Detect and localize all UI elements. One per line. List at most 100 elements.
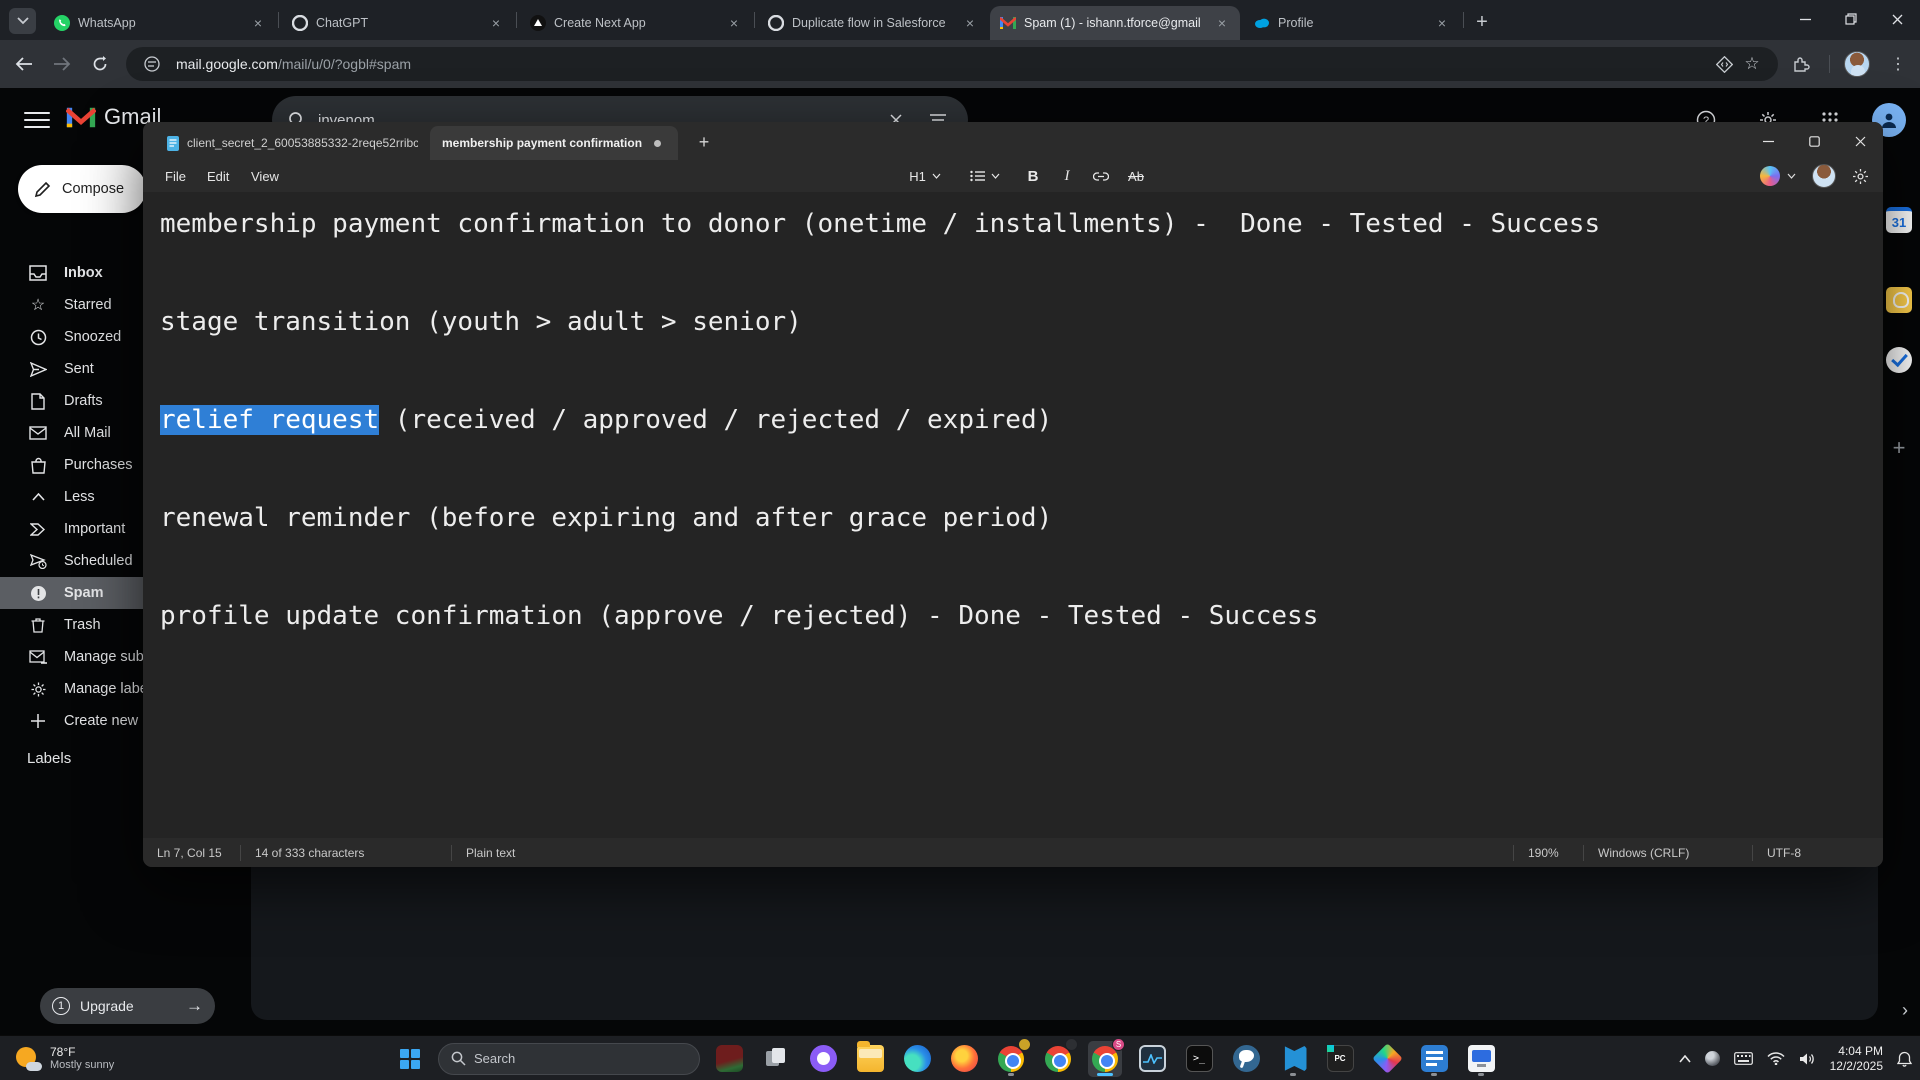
code-extension-icon[interactable]	[1710, 50, 1738, 78]
menu-view[interactable]: View	[239, 160, 291, 192]
side-panel-toggle-icon[interactable]: ›	[1902, 1000, 1908, 1021]
pinned-app-icon[interactable]	[712, 1041, 746, 1077]
list-style-dropdown[interactable]	[961, 162, 1009, 190]
pycharm-icon[interactable]: PC	[1323, 1041, 1357, 1077]
chevron-down-icon	[17, 17, 29, 25]
notepad-account-avatar[interactable]	[1812, 164, 1836, 188]
tab-gmail-spam-active[interactable]: Spam (1) - ishann.tforce@gmail ×	[990, 6, 1240, 40]
italic-button[interactable]: I	[1053, 162, 1081, 190]
postgresql-icon[interactable]	[1229, 1041, 1263, 1077]
extensions-puzzle-icon[interactable]	[1787, 50, 1815, 78]
upgrade-button[interactable]: 1 Upgrade →	[40, 988, 215, 1024]
notepad-maximize-button[interactable]	[1791, 122, 1837, 160]
keep-icon[interactable]	[1884, 285, 1914, 315]
clear-formatting-button[interactable]: Ab	[1121, 162, 1151, 190]
start-button[interactable]	[392, 1041, 428, 1077]
touch-keyboard-icon[interactable]	[1734, 1052, 1753, 1065]
address-bar[interactable]: mail.google.com/mail/u/0/?ogbl#spam ☆	[126, 47, 1778, 81]
notepad-app-icon[interactable]	[1417, 1041, 1451, 1077]
monitor-app-icon[interactable]	[1464, 1041, 1498, 1077]
heading-style-dropdown[interactable]: H1	[901, 162, 949, 190]
diamond-app-icon[interactable]	[1370, 1041, 1404, 1077]
vscode-icon[interactable]	[1276, 1041, 1310, 1077]
tab-salesforce-profile[interactable]: Profile ×	[1244, 6, 1460, 40]
tasks-icon[interactable]	[1884, 345, 1914, 375]
bold-button[interactable]: B	[1019, 162, 1047, 190]
window-restore-button[interactable]	[1828, 0, 1874, 38]
new-tab-button[interactable]: +	[1468, 9, 1496, 37]
tray-clock[interactable]: 4:04 PM 12/2/2025	[1830, 1044, 1883, 1074]
menu-edit[interactable]: Edit	[195, 160, 241, 192]
browser-profile-avatar[interactable]	[1844, 51, 1870, 77]
calendar-icon[interactable]: 31	[1884, 205, 1914, 235]
tab-close-icon[interactable]: ×	[1434, 15, 1450, 31]
bookmark-star-icon[interactable]: ☆	[1738, 50, 1766, 78]
tray-app-icon[interactable]	[1705, 1051, 1720, 1066]
taskbar-center: Search S >_ PC	[392, 1040, 1498, 1077]
tray-time: 4:04 PM	[1830, 1044, 1883, 1059]
profile-badge	[1018, 1038, 1031, 1051]
wifi-icon[interactable]	[1767, 1052, 1785, 1065]
chrome-profile-s-icon[interactable]: S	[1088, 1041, 1122, 1077]
label-gear-icon	[29, 681, 47, 698]
back-button[interactable]	[8, 48, 40, 80]
notepad-close-button[interactable]	[1837, 122, 1883, 160]
notepad-window: client_secret_2_60053885332-2reqe52rribc…	[143, 122, 1883, 867]
chrome-profile-2-icon[interactable]	[1041, 1041, 1075, 1077]
weather-temp: 78°F	[50, 1045, 114, 1059]
taskbar-search[interactable]: Search	[438, 1043, 700, 1075]
browser-menu-kebab-icon[interactable]: ⋮	[1884, 50, 1912, 78]
terminal-icon[interactable]: >_	[1182, 1041, 1216, 1077]
notepad-titlebar[interactable]: client_secret_2_60053885332-2reqe52rribc…	[143, 122, 1883, 160]
chat-app-icon[interactable]	[806, 1041, 840, 1077]
cursor-position: Ln 7, Col 15	[143, 838, 240, 867]
site-settings-tune-icon[interactable]	[138, 50, 166, 78]
window-close-button[interactable]	[1874, 0, 1920, 38]
tab-whatsapp[interactable]: WhatsApp ×	[44, 6, 276, 40]
reload-button[interactable]	[84, 48, 116, 80]
task-view-icon[interactable]	[759, 1041, 793, 1077]
link-button[interactable]	[1087, 162, 1115, 190]
notepad-tab-membership-active[interactable]: membership payment confirmation	[430, 126, 678, 160]
copilot-button[interactable]	[1760, 166, 1796, 186]
tray-hidden-icons-chevron[interactable]	[1679, 1055, 1691, 1063]
tab-create-next-app[interactable]: Create Next App ×	[520, 6, 752, 40]
tab-close-icon[interactable]: ×	[1214, 15, 1230, 31]
notepad-minimize-button[interactable]	[1745, 122, 1791, 160]
chrome-profile-1-icon[interactable]	[994, 1041, 1028, 1077]
encoding[interactable]: UTF-8	[1753, 838, 1883, 867]
tab-close-icon[interactable]: ×	[962, 15, 978, 31]
tab-duplicate-flow-salesforce[interactable]: Duplicate flow in Salesforce ×	[758, 6, 988, 40]
menu-file[interactable]: File	[153, 160, 198, 192]
notification-bell-icon[interactable]	[1897, 1051, 1912, 1067]
weather-widget[interactable]: 78°F Mostly sunny	[14, 1040, 114, 1077]
get-addons-plus-icon[interactable]: +	[1884, 433, 1914, 463]
edge-icon[interactable]	[900, 1041, 934, 1077]
notepad-menubar: File Edit View H1 B I Ab	[143, 160, 1883, 192]
notepad-tab-client-secret[interactable]: client_secret_2_60053885332-2reqe52rribc	[155, 126, 430, 160]
file-explorer-icon[interactable]	[853, 1041, 887, 1077]
compose-button[interactable]: Compose	[18, 165, 146, 213]
hamburger-menu-icon[interactable]	[24, 108, 50, 132]
notepad-editor[interactable]: membership payment confirmation to donor…	[143, 192, 1883, 838]
volume-icon[interactable]	[1799, 1052, 1816, 1066]
zoom-level[interactable]: 190%	[1514, 838, 1583, 867]
desktop: WhatsApp × ChatGPT × Create Next App × D…	[0, 0, 1920, 1080]
tab-close-icon[interactable]: ×	[250, 15, 266, 31]
inbox-icon	[29, 265, 47, 281]
tab-close-icon[interactable]: ×	[488, 15, 504, 31]
window-minimize-button[interactable]	[1782, 0, 1828, 38]
notepad-new-tab-button[interactable]: +	[691, 130, 717, 156]
line-endings[interactable]: Windows (CRLF)	[1584, 838, 1752, 867]
notepad-toolbar-right	[1760, 160, 1869, 192]
firefox-icon[interactable]	[947, 1041, 981, 1077]
task-manager-icon[interactable]	[1135, 1041, 1169, 1077]
tab-chatgpt[interactable]: ChatGPT ×	[282, 6, 514, 40]
editor-line	[160, 445, 1883, 494]
notepad-settings-gear-icon[interactable]	[1852, 168, 1869, 185]
forward-button[interactable]	[46, 48, 78, 80]
whatsapp-icon	[54, 15, 70, 31]
tab-close-icon[interactable]: ×	[726, 15, 742, 31]
tab-search-button[interactable]	[9, 8, 36, 34]
clock-icon	[29, 329, 47, 346]
